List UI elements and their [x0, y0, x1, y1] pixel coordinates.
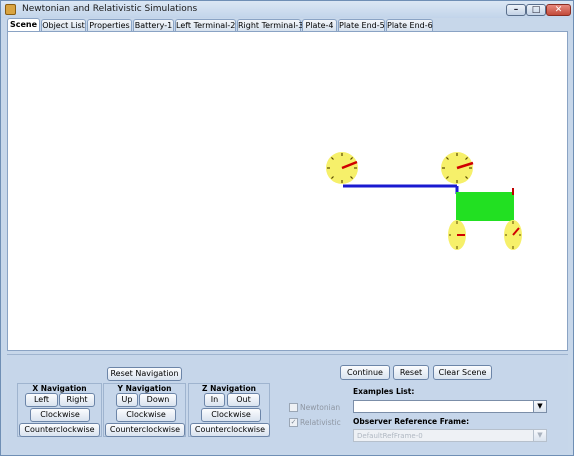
- tab-scene[interactable]: Scene: [7, 18, 40, 31]
- tab-left-terminal-2[interactable]: Left Terminal-2: [175, 19, 236, 31]
- x-navigation-group: X Navigation Left Right Clockwise Counte…: [17, 383, 102, 437]
- x-right-button[interactable]: Right: [59, 393, 95, 407]
- tab-right-terminal-3[interactable]: Right Terminal-3: [237, 19, 303, 31]
- observer-frame-dropdown[interactable]: DefaultRefFrame-0 ▼: [353, 429, 547, 442]
- x-counterclockwise-button[interactable]: Counterclockwise: [19, 423, 100, 437]
- x-left-button[interactable]: Left: [25, 393, 58, 407]
- z-counterclockwise-button[interactable]: Counterclockwise: [190, 423, 270, 437]
- scene-drawing: [326, 152, 522, 250]
- z-out-button[interactable]: Out: [227, 393, 260, 407]
- clock-plate-end-5-icon: [448, 220, 466, 250]
- newtonian-label: Newtonian: [300, 403, 341, 412]
- close-button[interactable]: ✕: [546, 4, 571, 16]
- control-panel: Reset Navigation X Navigation Left Right…: [7, 354, 568, 453]
- title-bar: Newtonian and Relativistic Simulations –…: [1, 1, 573, 18]
- examples-list-label: Examples List:: [353, 387, 415, 396]
- minimize-button[interactable]: –: [506, 4, 526, 16]
- scene-canvas[interactable]: [7, 31, 568, 351]
- z-navigation-title: Z Navigation: [202, 384, 256, 393]
- clock-battery-left-icon: [326, 152, 358, 184]
- clock-battery-right-icon: [441, 152, 474, 184]
- app-window: Newtonian and Relativistic Simulations –…: [0, 0, 574, 456]
- y-navigation-group: Y Navigation Up Down Clockwise Countercl…: [103, 383, 186, 437]
- observer-frame-value: DefaultRefFrame-0: [357, 432, 423, 440]
- x-navigation-title: X Navigation: [32, 384, 87, 393]
- clock-plate-end-6-icon: [504, 220, 522, 250]
- observer-frame-label: Observer Reference Frame:: [353, 417, 470, 426]
- y-up-button[interactable]: Up: [116, 393, 138, 407]
- plate-rect: [456, 192, 514, 221]
- tab-battery-1[interactable]: Battery-1: [133, 19, 174, 31]
- dropdown-arrow-icon[interactable]: ▼: [533, 401, 546, 412]
- z-in-button[interactable]: In: [204, 393, 225, 407]
- y-navigation-title: Y Navigation: [117, 384, 172, 393]
- y-counterclockwise-button[interactable]: Counterclockwise: [105, 423, 185, 437]
- relativistic-checkbox[interactable]: ✓: [289, 418, 298, 427]
- dropdown-arrow-icon[interactable]: ▼: [533, 430, 546, 441]
- x-clockwise-button[interactable]: Clockwise: [30, 408, 90, 422]
- z-clockwise-button[interactable]: Clockwise: [201, 408, 261, 422]
- tab-properties[interactable]: Properties: [87, 19, 132, 31]
- y-down-button[interactable]: Down: [139, 393, 177, 407]
- relativistic-label: Relativistic: [300, 418, 341, 427]
- continue-button[interactable]: Continue: [340, 365, 390, 380]
- reset-button[interactable]: Reset: [393, 365, 429, 380]
- tab-object-list[interactable]: Object List: [41, 19, 86, 31]
- tab-plate-end-6[interactable]: Plate End-6: [386, 19, 433, 31]
- examples-list-dropdown[interactable]: ▼: [353, 400, 547, 413]
- tab-plate-end-5[interactable]: Plate End-5: [338, 19, 385, 31]
- window-title: Newtonian and Relativistic Simulations: [22, 4, 198, 14]
- reset-navigation-button[interactable]: Reset Navigation: [107, 367, 182, 381]
- y-clockwise-button[interactable]: Clockwise: [116, 408, 176, 422]
- newtonian-checkbox[interactable]: [289, 403, 298, 412]
- java-app-icon: [5, 4, 16, 15]
- clear-scene-button[interactable]: Clear Scene: [433, 365, 492, 380]
- tab-plate-4[interactable]: Plate-4: [302, 19, 337, 31]
- maximize-button[interactable]: □: [526, 4, 546, 16]
- z-navigation-group: Z Navigation In Out Clockwise Counterclo…: [188, 383, 270, 437]
